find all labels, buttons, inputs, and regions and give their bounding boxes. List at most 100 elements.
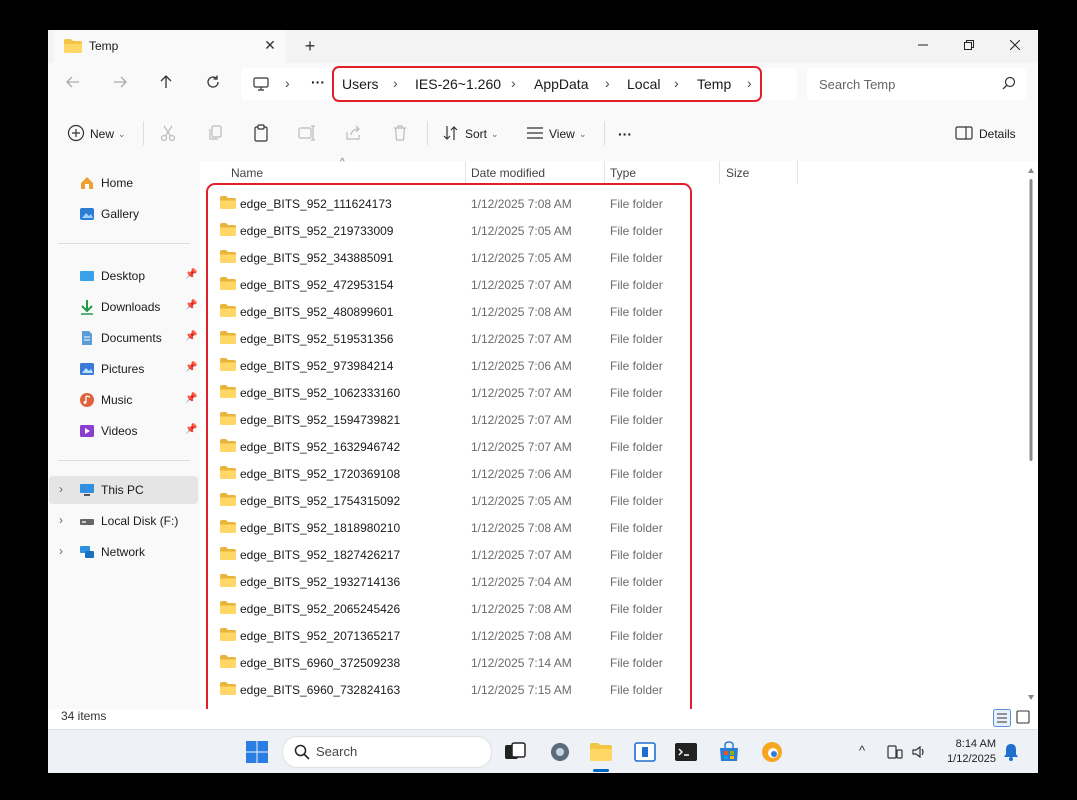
arrow-left-icon — [66, 76, 79, 88]
column-divider[interactable] — [719, 161, 720, 184]
sidebar-item-local-disk[interactable]: › Local Disk (F:) — [49, 507, 198, 535]
close-tab-icon[interactable]: ✕ — [261, 36, 279, 54]
chevron-down-icon: ⌄ — [491, 129, 499, 139]
search-icon — [294, 744, 310, 760]
task-view-icon[interactable] — [503, 740, 527, 764]
folder-icon — [64, 39, 82, 53]
new-button[interactable]: New — [90, 122, 114, 146]
settings-icon[interactable] — [548, 740, 572, 764]
column-header-size[interactable]: Size — [726, 166, 749, 180]
sort-button[interactable]: Sort — [465, 122, 487, 146]
details-button[interactable]: Details — [979, 122, 1016, 146]
windows-start-icon[interactable] — [245, 740, 269, 764]
sidebar-item-downloads[interactable]: Downloads 📌 — [49, 293, 198, 321]
monitor-icon — [253, 77, 269, 91]
search-input[interactable]: Search Temp — [819, 77, 895, 92]
share-icon[interactable] — [344, 123, 364, 143]
refresh-button[interactable] — [200, 72, 226, 96]
address-highlight-annotation — [332, 66, 762, 102]
sidebar-item-label: Network — [101, 545, 146, 559]
more-options-button[interactable]: ··· — [618, 122, 632, 146]
forward-button[interactable] — [107, 72, 133, 96]
copy-icon[interactable] — [205, 123, 225, 143]
sidebar-item-network[interactable]: › Network — [49, 538, 198, 566]
new-tab-button[interactable]: + — [300, 36, 320, 56]
details-view-icon[interactable] — [993, 709, 1011, 727]
sidebar-item-this-pc[interactable]: › This PC — [49, 476, 198, 504]
back-button[interactable] — [60, 72, 86, 96]
app-window-icon[interactable] — [633, 740, 657, 764]
pin-icon: 📌 — [185, 362, 198, 373]
notification-bell-icon[interactable] — [1003, 743, 1019, 761]
chevron-right-icon: › — [285, 75, 290, 91]
view-button[interactable]: View — [549, 122, 575, 146]
paste-icon[interactable] — [251, 123, 271, 143]
column-header-type[interactable]: Type — [610, 166, 636, 180]
item-count: 34 items — [61, 709, 107, 723]
toolbar-divider — [604, 121, 605, 145]
plus-circle-icon — [67, 124, 85, 142]
command-toolbar: New ⌄ Sort ⌄ View ⌄ ··· Details — [48, 105, 1038, 162]
breadcrumb-overflow[interactable]: ··· — [311, 74, 325, 90]
sidebar-item-desktop[interactable]: Desktop 📌 — [49, 262, 198, 290]
search-box[interactable]: Search Temp — [807, 68, 1026, 100]
rename-icon[interactable] — [297, 123, 317, 143]
music-icon — [80, 393, 94, 407]
sidebar-item-label: Documents — [101, 331, 162, 345]
sidebar-item-music[interactable]: Music 📌 — [49, 386, 198, 414]
refresh-icon — [207, 75, 219, 88]
videos-icon — [80, 425, 94, 437]
tab-title: Temp — [89, 39, 119, 53]
minimize-icon — [918, 44, 928, 46]
taskbar-search-label: Search — [316, 744, 358, 759]
sidebar-item-pictures[interactable]: Pictures 📌 — [49, 355, 198, 383]
sidebar-item-home[interactable]: Home — [49, 169, 198, 197]
column-divider[interactable] — [604, 161, 605, 184]
sidebar-item-gallery[interactable]: Gallery — [49, 200, 198, 228]
close-icon — [1009, 39, 1021, 51]
device-icon[interactable] — [887, 744, 903, 760]
this-pc-icon — [80, 484, 94, 496]
volume-icon[interactable] — [911, 744, 927, 760]
vertical-scrollbar[interactable] — [1027, 165, 1034, 705]
sidebar-item-label: This PC — [101, 483, 144, 497]
chevron-up-icon[interactable]: ^ — [859, 743, 865, 758]
sidebar-item-documents[interactable]: Documents 📌 — [49, 324, 198, 352]
column-header-date[interactable]: Date modified — [471, 166, 545, 180]
restore-icon — [964, 40, 974, 50]
chevron-right-icon[interactable]: › — [59, 513, 63, 527]
column-header-name[interactable]: Name — [231, 166, 263, 180]
browser-icon[interactable] — [760, 740, 784, 764]
chevron-right-icon[interactable]: › — [59, 544, 63, 558]
minimize-button[interactable] — [900, 30, 946, 60]
column-divider[interactable] — [797, 161, 798, 184]
maximize-button[interactable] — [946, 30, 992, 60]
file-explorer-icon[interactable] — [589, 740, 613, 764]
cut-icon[interactable] — [158, 123, 178, 143]
view-icon — [527, 127, 543, 139]
tab-temp[interactable]: Temp ✕ — [54, 30, 286, 63]
clock-time: 8:14 AM — [955, 738, 996, 750]
close-window-button[interactable] — [992, 30, 1038, 60]
gallery-icon — [80, 208, 94, 220]
chevron-right-icon[interactable]: › — [59, 482, 63, 496]
tiles-view-icon[interactable] — [1015, 709, 1031, 725]
column-divider[interactable] — [465, 161, 466, 184]
documents-icon — [82, 331, 92, 345]
sidebar-item-label: Downloads — [101, 300, 161, 314]
status-bar: 34 items — [48, 709, 1038, 729]
store-icon[interactable] — [717, 740, 741, 764]
delete-icon[interactable] — [390, 123, 410, 143]
taskbar: Search ^ 8:14 AM 1/12/2025 — [48, 729, 1038, 773]
network-icon — [80, 546, 94, 558]
chevron-down-icon: ⌄ — [118, 129, 126, 139]
taskbar-search[interactable]: Search — [282, 736, 492, 768]
system-clock[interactable]: 8:14 AM 1/12/2025 — [936, 737, 996, 767]
sidebar-item-videos[interactable]: Videos 📌 — [49, 417, 198, 445]
title-bar: Temp ✕ + — [48, 30, 1038, 63]
terminal-icon[interactable] — [674, 740, 698, 764]
sidebar-item-label: Gallery — [101, 207, 140, 221]
sidebar-divider — [58, 243, 190, 244]
file-explorer-window: Temp ✕ + › ··· Users › IES-26~1.260 › Ap… — [48, 30, 1038, 773]
up-button[interactable] — [153, 72, 179, 96]
